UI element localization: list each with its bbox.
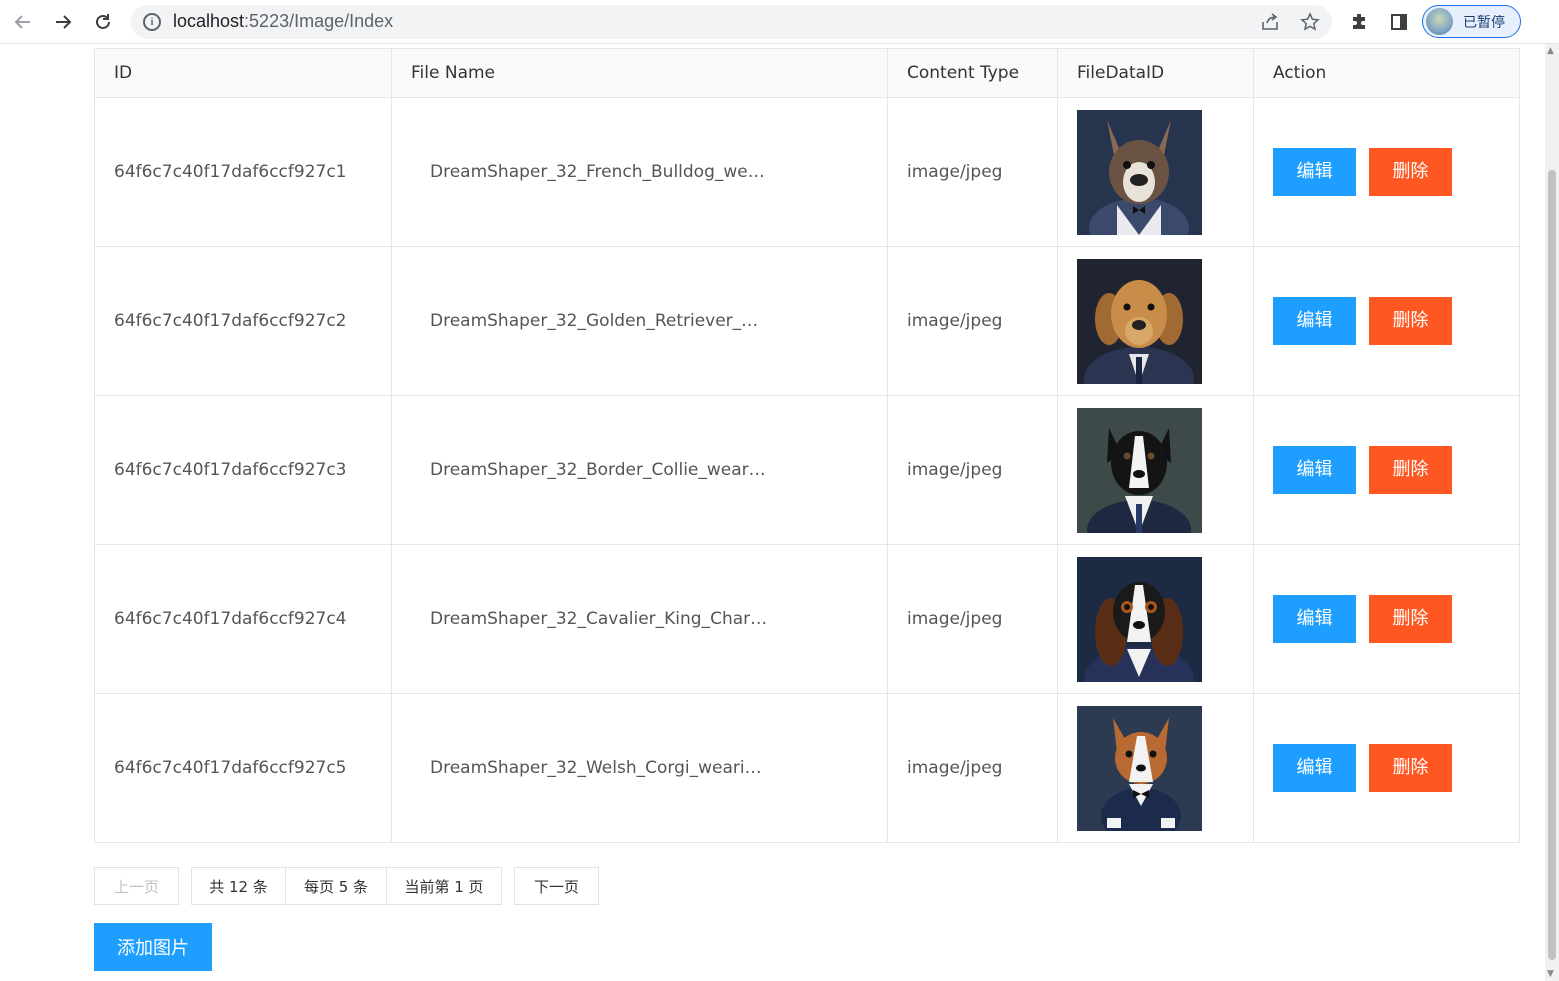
edit-button[interactable]: 编辑 [1273, 446, 1356, 494]
cell-file-name: DreamShaper_32_Border_Collie_wearin… [391, 395, 888, 545]
column-header-file-name: File Name [391, 48, 888, 98]
cell-action: 编辑 删除 [1253, 544, 1520, 694]
edit-button[interactable]: 编辑 [1273, 148, 1356, 196]
scroll-up-arrow-icon[interactable]: ▲ [1547, 46, 1554, 56]
back-arrow-icon[interactable] [9, 8, 37, 36]
file-name-text: DreamShaper_32_Border_Collie_wearin… [430, 460, 770, 480]
url-text: localhost:5223/Image/Index [173, 11, 393, 32]
cell-id: 64f6c7c40f17daf6ccf927c3 [94, 395, 392, 545]
extensions-puzzle-icon[interactable] [1347, 10, 1371, 34]
table-row: 64f6c7c40f17daf6ccf927c3 DreamShaper_32_… [94, 395, 1520, 545]
cell-content-type: image/jpeg [887, 395, 1058, 545]
edit-button[interactable]: 编辑 [1273, 297, 1356, 345]
cell-filedata [1057, 693, 1254, 843]
file-name-text: DreamShaper_32_Golden_Retriever_we… [430, 311, 770, 331]
share-icon[interactable] [1259, 11, 1281, 33]
cell-file-name: DreamShaper_32_Welsh_Corgi_wearing… [391, 693, 888, 843]
cell-action: 编辑 删除 [1253, 693, 1520, 843]
prev-page-button[interactable]: 上一页 [94, 867, 179, 905]
browser-toolbar: i localhost:5223/Image/Index 已暂停 [0, 0, 1559, 44]
profile-button[interactable]: 已暂停 [1422, 5, 1521, 38]
cell-id: 64f6c7c40f17daf6ccf927c4 [94, 544, 392, 694]
cell-content-type: image/jpeg [887, 693, 1058, 843]
cell-id: 64f6c7c40f17daf6ccf927c2 [94, 246, 392, 396]
total-count: 共 12 条 [191, 867, 285, 905]
cell-filedata [1057, 395, 1254, 545]
delete-button[interactable]: 删除 [1369, 744, 1452, 792]
cell-id: 64f6c7c40f17daf6ccf927c1 [94, 97, 392, 247]
welsh-corgi-thumbnail [1077, 705, 1202, 831]
column-header-action: Action [1253, 48, 1520, 98]
cell-content-type: image/jpeg [887, 544, 1058, 694]
table-row: 64f6c7c40f17daf6ccf927c1 DreamShaper_32_… [94, 97, 1520, 247]
cell-content-type: image/jpeg [887, 97, 1058, 247]
table-row: 64f6c7c40f17daf6ccf927c4 DreamShaper_32_… [94, 544, 1520, 694]
bookmark-star-icon[interactable] [1299, 11, 1321, 33]
address-bar[interactable]: i localhost:5223/Image/Index [131, 5, 1332, 39]
scroll-down-arrow-icon[interactable]: ▼ [1547, 969, 1554, 979]
border-collie-thumbnail [1077, 407, 1202, 533]
next-page-button[interactable]: 下一页 [514, 867, 599, 905]
page-scrollbar[interactable]: ▲ ▼ [1545, 44, 1559, 981]
file-name-text: DreamShaper_32_French_Bulldog_wear… [430, 162, 770, 182]
file-name-text: DreamShaper_32_Cavalier_King_Charle… [430, 609, 770, 629]
delete-button[interactable]: 删除 [1369, 446, 1452, 494]
add-image-button[interactable]: 添加图片 [94, 923, 212, 971]
edit-button[interactable]: 编辑 [1273, 744, 1356, 792]
reload-icon[interactable] [89, 8, 117, 36]
profile-status-label: 已暂停 [1463, 15, 1505, 31]
scrollbar-thumb[interactable] [1548, 170, 1556, 960]
site-info-icon[interactable]: i [143, 13, 161, 31]
avatar [1426, 8, 1453, 35]
url-host: localhost [173, 11, 245, 31]
cell-content-type: image/jpeg [887, 246, 1058, 396]
column-header-content-type: Content Type [887, 48, 1058, 98]
cell-file-name: DreamShaper_32_Golden_Retriever_we… [391, 246, 888, 396]
cavalier-king-charles-thumbnail [1077, 556, 1202, 682]
column-header-id: ID [94, 48, 392, 98]
cell-filedata [1057, 97, 1254, 247]
table-header-row: ID File Name Content Type FileDataID Act… [94, 48, 1520, 98]
edit-button[interactable]: 编辑 [1273, 595, 1356, 643]
side-panel-icon[interactable] [1387, 10, 1411, 34]
column-header-filedataid: FileDataID [1057, 48, 1254, 98]
cell-file-name: DreamShaper_32_French_Bulldog_wear… [391, 97, 888, 247]
current-page: 当前第 1 页 [386, 867, 502, 905]
table-row: 64f6c7c40f17daf6ccf927c2 DreamShaper_32_… [94, 246, 1520, 396]
cell-action: 编辑 删除 [1253, 97, 1520, 247]
cell-action: 编辑 删除 [1253, 395, 1520, 545]
forward-arrow-icon[interactable] [49, 8, 77, 36]
cell-filedata [1057, 246, 1254, 396]
cell-file-name: DreamShaper_32_Cavalier_King_Charle… [391, 544, 888, 694]
cell-action: 编辑 删除 [1253, 246, 1520, 396]
url-path: :5223/Image/Index [244, 11, 394, 31]
table-row: 64f6c7c40f17daf6ccf927c5 DreamShaper_32_… [94, 693, 1520, 843]
pagination: 上一页 共 12 条 每页 5 条 当前第 1 页 下一页 [94, 867, 599, 905]
file-name-text: DreamShaper_32_Welsh_Corgi_wearing… [430, 758, 770, 778]
french-bulldog-thumbnail [1077, 109, 1202, 235]
delete-button[interactable]: 删除 [1369, 595, 1452, 643]
golden-retriever-thumbnail [1077, 258, 1202, 384]
cell-id: 64f6c7c40f17daf6ccf927c5 [94, 693, 392, 843]
page-size: 每页 5 条 [285, 867, 386, 905]
delete-button[interactable]: 删除 [1369, 297, 1452, 345]
image-table: ID File Name Content Type FileDataID Act… [94, 48, 1520, 843]
delete-button[interactable]: 删除 [1369, 148, 1452, 196]
cell-filedata [1057, 544, 1254, 694]
